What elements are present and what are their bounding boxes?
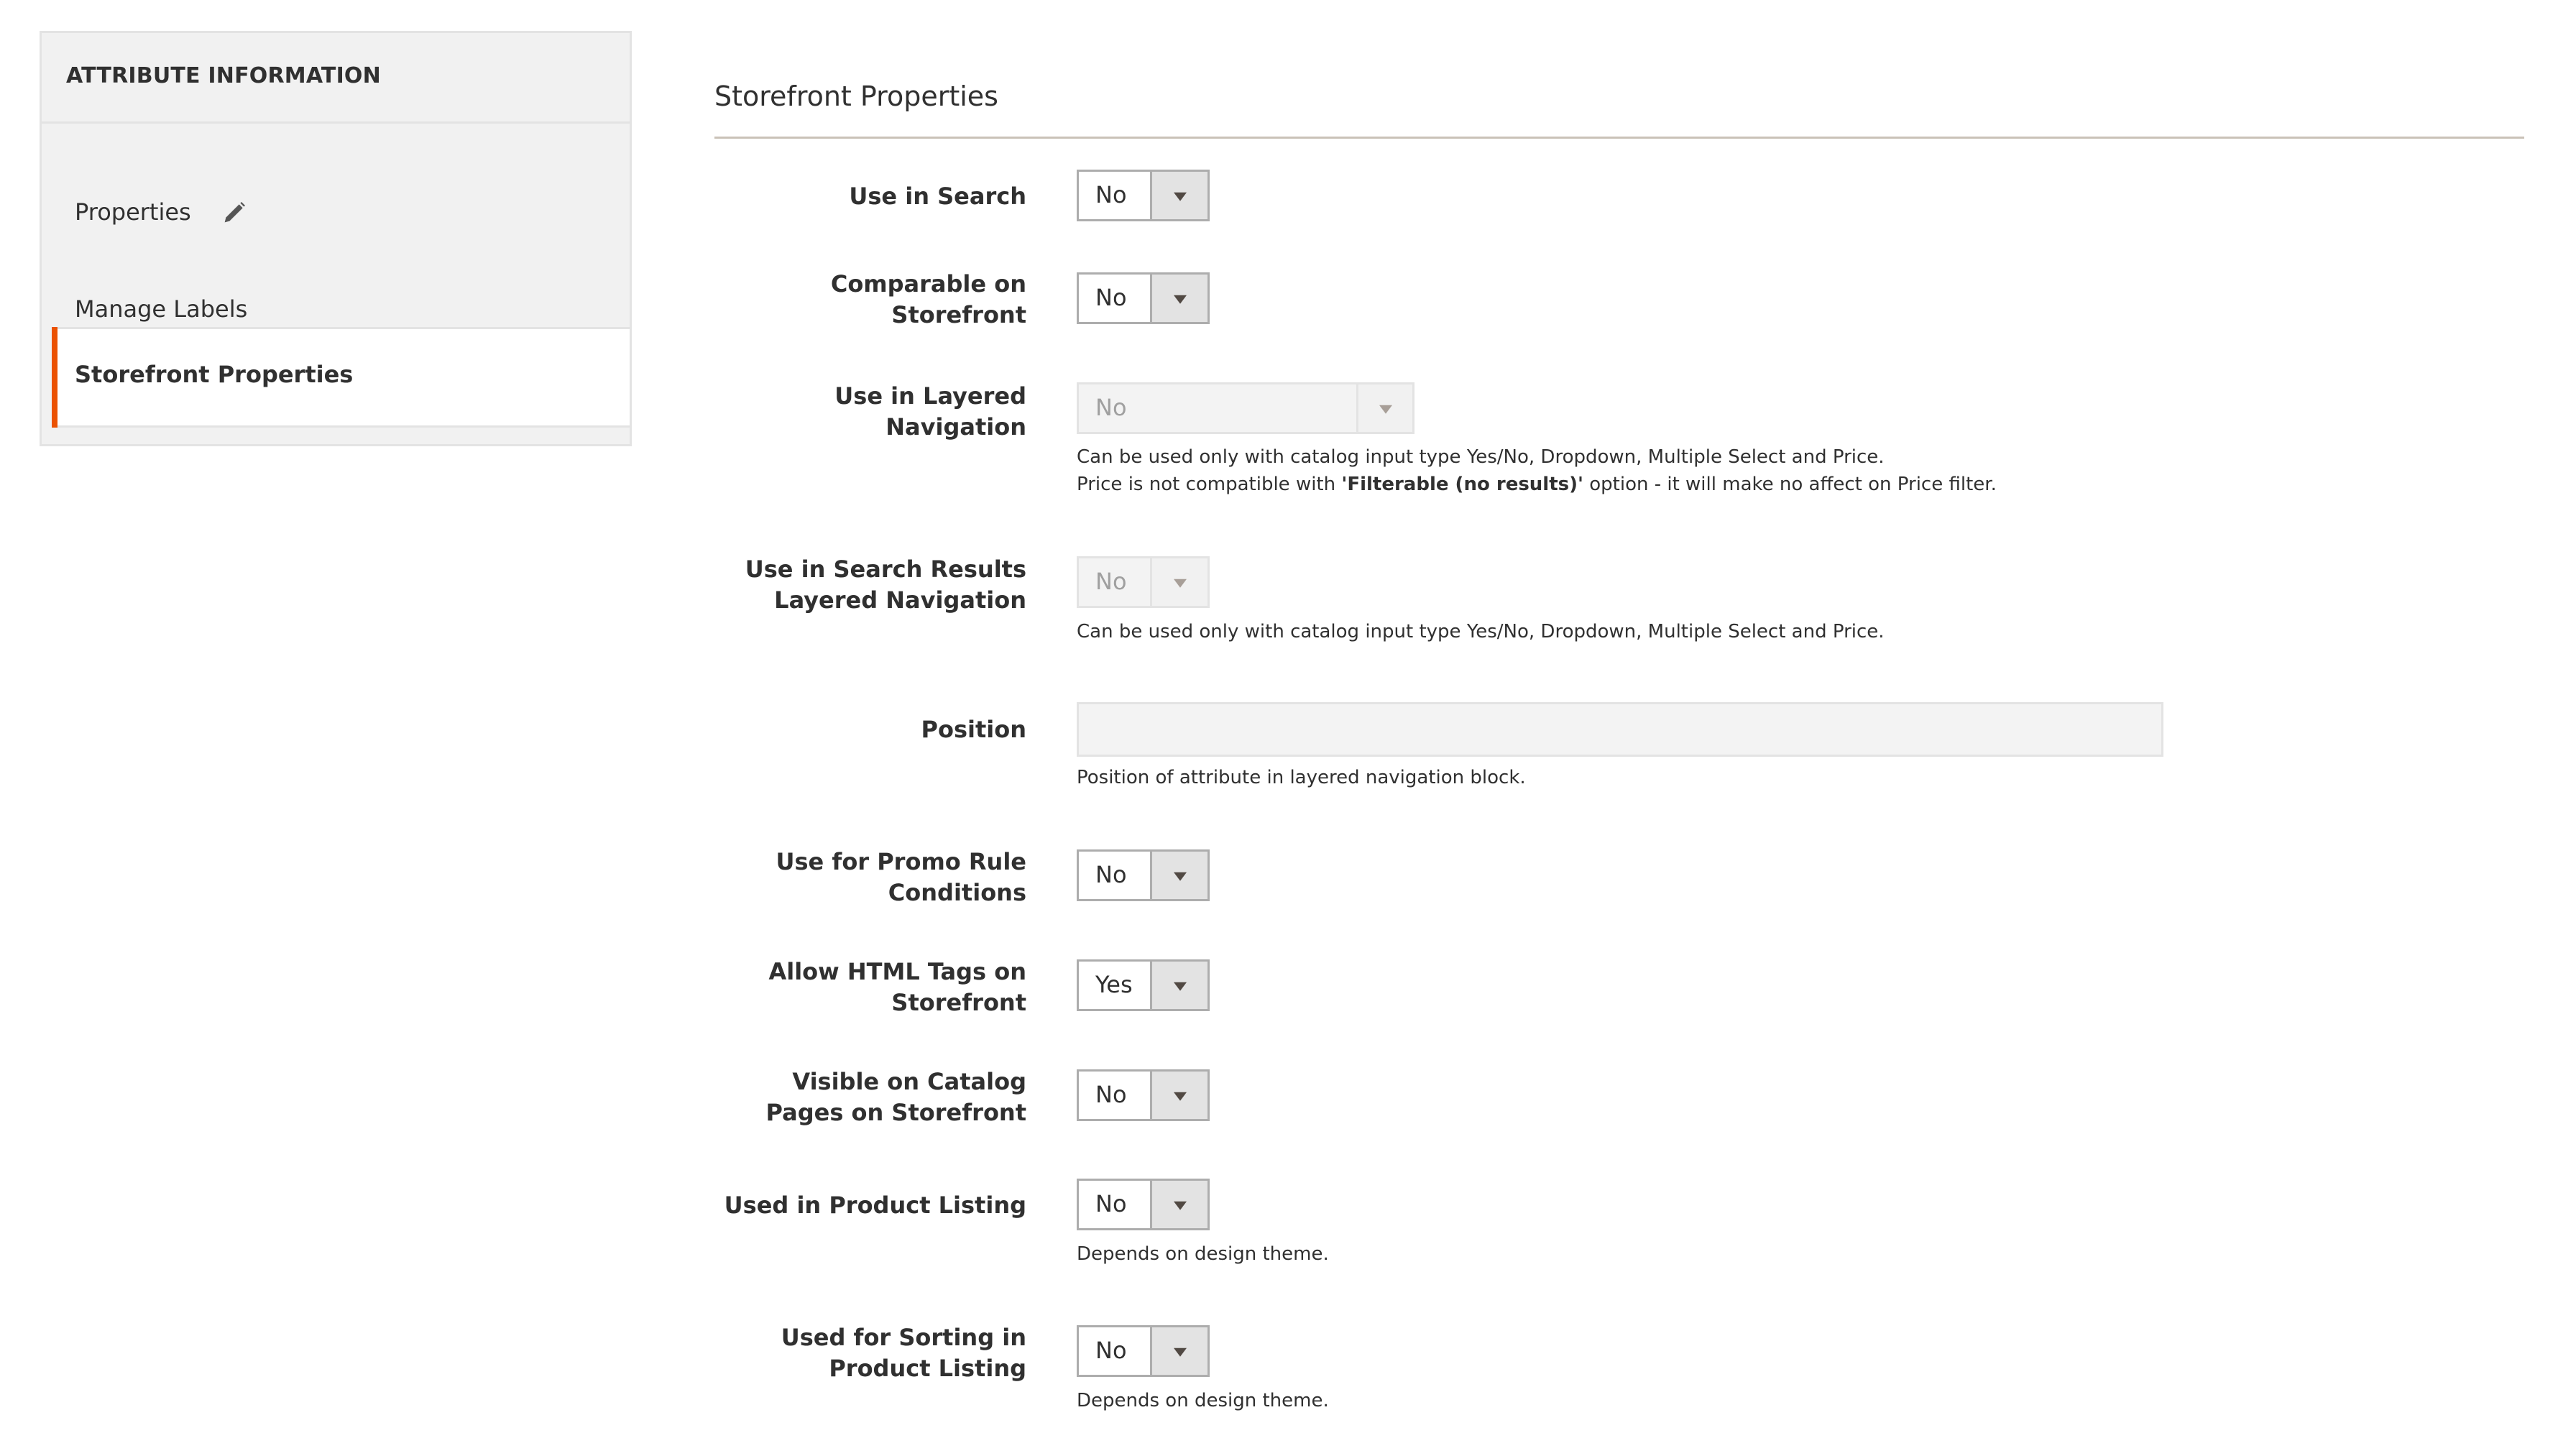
chevron-down-icon — [1173, 1092, 1187, 1101]
use-in-search-results-layered-navigation-select[interactable]: No — [1077, 556, 1210, 608]
field-note: Can be used only with catalog input type… — [1077, 443, 1997, 498]
note-text: option - it will make no affect on Price… — [1583, 474, 1997, 495]
sidebar-item-label: Properties — [75, 198, 191, 226]
field-note: Depends on design theme. — [1077, 1243, 1329, 1265]
label-line: Layered Navigation — [774, 586, 1026, 614]
comparable-on-storefront-select[interactable]: No — [1077, 272, 1210, 324]
sidebar-item-properties[interactable]: Properties — [42, 177, 630, 256]
field-note: Depends on design theme. — [1077, 1390, 1329, 1411]
used-in-product-listing-select[interactable]: No — [1077, 1179, 1210, 1230]
chevron-down-icon — [1173, 579, 1187, 588]
dropdown-button[interactable] — [1150, 962, 1208, 1009]
select-value: No — [1095, 1190, 1127, 1217]
label-line: Allow HTML Tags on — [768, 958, 1026, 985]
field-label: Use in Search — [849, 183, 1026, 210]
field-label: Comparable on Storefront — [667, 269, 1026, 331]
label-line: Navigation — [886, 413, 1026, 441]
field-label: Use in Layered Navigation — [667, 381, 1026, 443]
position-input[interactable] — [1077, 702, 2163, 757]
label-line: Pages on Storefront — [765, 1099, 1026, 1126]
label-line: Product Listing — [829, 1355, 1026, 1382]
field-label: Visible on Catalog Pages on Storefront — [667, 1066, 1026, 1128]
use-for-promo-rule-conditions-select[interactable]: No — [1077, 849, 1210, 901]
label-line: Used for Sorting in — [781, 1324, 1026, 1351]
dropdown-button[interactable] — [1150, 558, 1208, 606]
sidebar-header: ATTRIBUTE INFORMATION — [42, 33, 630, 124]
chevron-down-icon — [1173, 192, 1187, 201]
pencil-icon — [224, 202, 245, 223]
allow-html-tags-on-storefront-select[interactable]: Yes — [1077, 959, 1210, 1011]
field-label: Use in Search Results Layered Navigation — [667, 554, 1026, 616]
select-value: No — [1095, 1337, 1127, 1364]
select-value: No — [1095, 181, 1127, 208]
chevron-down-icon — [1173, 872, 1187, 881]
dropdown-button[interactable] — [1150, 852, 1208, 899]
field-label: Use for Promo Rule Conditions — [667, 847, 1026, 908]
label-line: Storefront — [891, 989, 1026, 1016]
select-value: No — [1095, 861, 1127, 888]
note-line: Price is not compatible with 'Filterable… — [1077, 471, 1997, 498]
used-for-sorting-in-product-listing-select[interactable]: No — [1077, 1325, 1210, 1377]
select-value: No — [1095, 284, 1127, 311]
chevron-down-icon — [1173, 982, 1187, 991]
label-line: Use in Layered — [834, 382, 1026, 410]
select-value: No — [1095, 568, 1127, 595]
visible-on-catalog-pages-select[interactable]: No — [1077, 1069, 1210, 1121]
label-line: Use for Promo Rule — [776, 848, 1026, 875]
note-line: Can be used only with catalog input type… — [1077, 446, 1885, 468]
field-note: Position of attribute in layered navigat… — [1077, 767, 1526, 788]
label-line: Storefront — [891, 301, 1026, 328]
select-value: No — [1095, 1081, 1127, 1108]
field-label: Allow HTML Tags on Storefront — [667, 957, 1026, 1018]
chevron-down-icon — [1173, 1201, 1187, 1210]
title-divider — [714, 137, 2524, 139]
label-line: Conditions — [888, 879, 1026, 906]
label-line: Comparable on — [830, 270, 1026, 298]
use-in-search-select[interactable]: No — [1077, 170, 1210, 221]
dropdown-button[interactable] — [1150, 1072, 1208, 1119]
sidebar-title: ATTRIBUTE INFORMATION — [66, 63, 381, 88]
dropdown-button[interactable] — [1150, 1181, 1208, 1228]
use-in-layered-navigation-select[interactable]: No — [1077, 382, 1414, 434]
select-value: Yes — [1095, 971, 1133, 998]
dropdown-button[interactable] — [1356, 384, 1412, 432]
note-text: Price is not compatible with — [1077, 474, 1342, 495]
label-line: Visible on Catalog — [792, 1068, 1026, 1095]
page-title: Storefront Properties — [714, 80, 998, 112]
field-label: Used in Product Listing — [724, 1192, 1026, 1219]
sidebar-item-label: Manage Labels — [75, 295, 248, 323]
dropdown-button[interactable] — [1150, 172, 1208, 219]
chevron-down-icon — [1173, 295, 1187, 304]
dropdown-button[interactable] — [1150, 275, 1208, 322]
field-label: Position — [921, 716, 1026, 743]
chevron-down-icon — [1379, 405, 1392, 414]
select-value: No — [1095, 394, 1127, 421]
sidebar-item-label: Storefront Properties — [75, 361, 354, 388]
dropdown-button[interactable] — [1150, 1327, 1208, 1375]
chevron-down-icon — [1173, 1347, 1187, 1357]
attribute-information-sidebar: ATTRIBUTE INFORMATION Properties Manage … — [40, 31, 632, 446]
field-note: Can be used only with catalog input type… — [1077, 621, 1885, 642]
field-label: Used for Sorting in Product Listing — [667, 1322, 1026, 1384]
label-line: Use in Search Results — [745, 556, 1026, 583]
sidebar-item-storefront-properties[interactable]: Storefront Properties — [52, 327, 630, 428]
note-emphasis: 'Filterable (no results)' — [1341, 474, 1583, 495]
